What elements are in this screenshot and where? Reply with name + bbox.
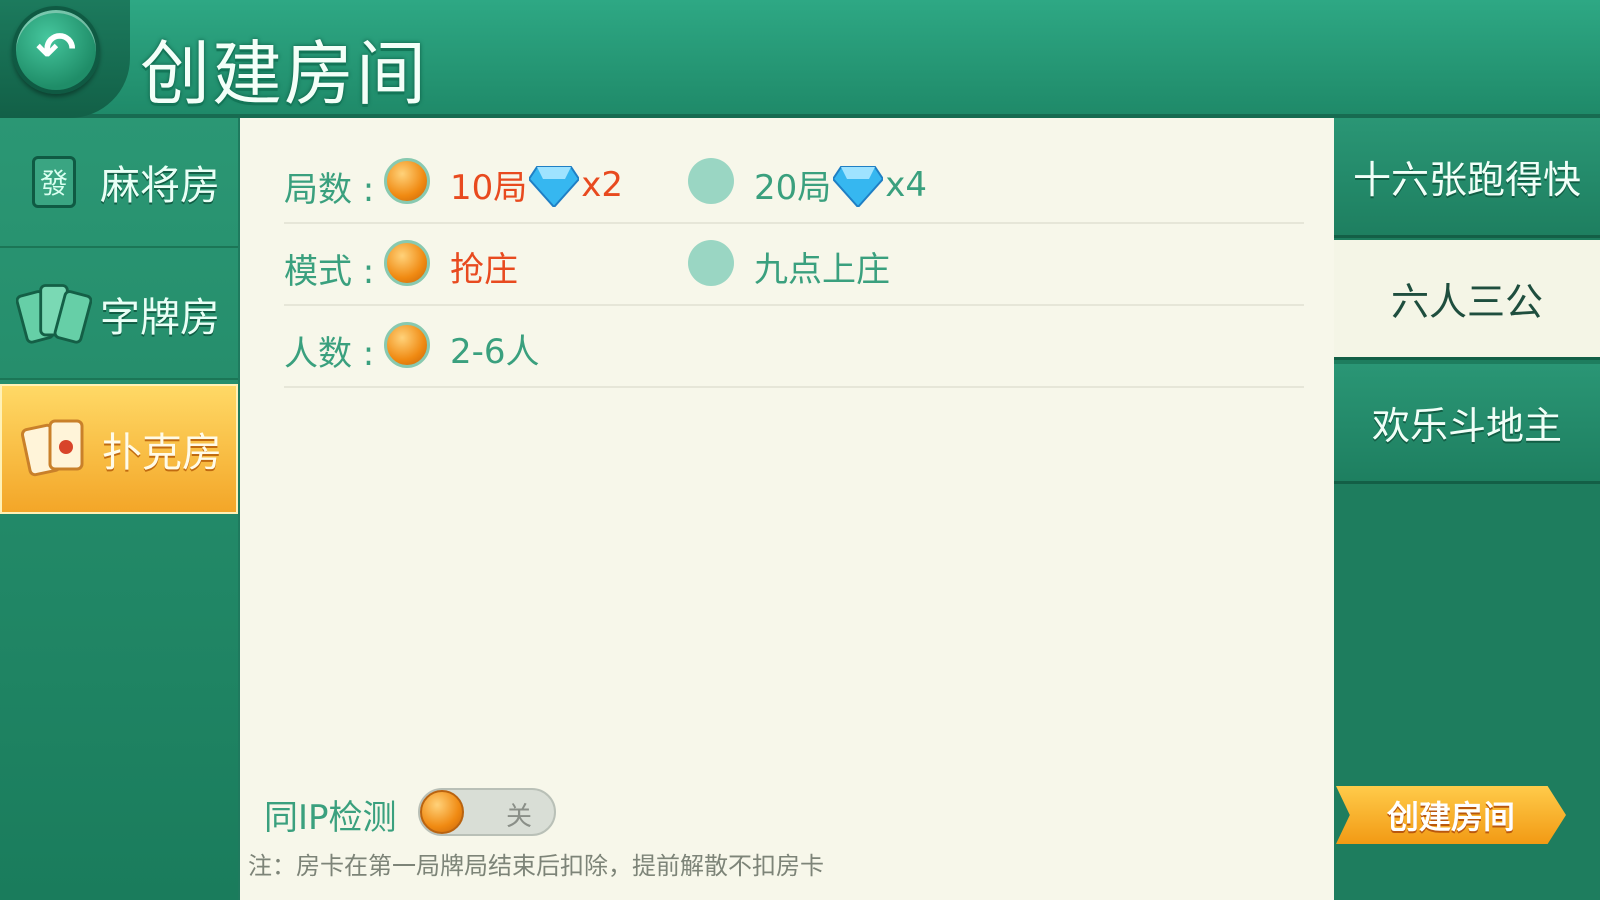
mode-label: 模式 : — [284, 252, 375, 292]
nav-item-label: 字牌房 — [100, 295, 220, 341]
create-room-button[interactable]: 创建房间 — [1336, 786, 1566, 844]
rounds-10-radio[interactable] — [384, 158, 430, 204]
room-card-note: 注：房卡在第一局牌局结束后扣除，提前解散不扣房卡 — [248, 852, 824, 880]
mode-jiudian-option[interactable]: 九点上庄 — [754, 242, 890, 291]
right-game-tabs: 十六张跑得快 六人三公 欢乐斗地主 — [1334, 118, 1600, 900]
players-label: 人数 : — [284, 334, 375, 374]
rounds-row: 局数 : 10局 x2 20局 x4 — [284, 142, 1304, 224]
nav-item-label: 麻将房 — [100, 163, 220, 209]
nav-item-poker[interactable]: 扑克房 — [0, 384, 238, 514]
poker-cards-graphic — [20, 419, 84, 477]
tab-sixteen-runfast[interactable]: 十六张跑得快 — [1334, 118, 1600, 238]
back-button-frame: ↶ — [0, 0, 130, 118]
header-bar: ↶ 创建房间 — [0, 0, 1600, 118]
diamond-icon — [529, 165, 580, 207]
back-arrow-icon: ↶ — [35, 22, 77, 78]
diamond-icon — [833, 165, 884, 207]
nav-item-label: 扑克房 — [102, 430, 222, 476]
rounds-label: 局数 : — [284, 170, 375, 210]
players-option[interactable]: 2-6人 — [450, 324, 540, 373]
tab-six-player-sangong[interactable]: 六人三公 — [1334, 240, 1600, 360]
word-cards-graphic — [16, 284, 92, 344]
players-row: 人数 : 2-6人 — [284, 306, 1304, 388]
nav-item-word-cards[interactable]: 字牌房 — [0, 250, 238, 380]
page-title: 创建房间 — [140, 33, 428, 115]
options-panel: 局数 : 10局 x2 20局 x4 模式 : 抢庄 九点上庄 人数: 2-6… — [240, 118, 1334, 900]
poker-cards-icon — [18, 411, 94, 487]
tab-happy-doudizhu[interactable]: 欢乐斗地主 — [1334, 364, 1600, 484]
mode-row: 模式 : 抢庄 九点上庄 — [284, 224, 1304, 306]
mode-qiangzhuang-radio[interactable] — [384, 240, 430, 286]
word-cards-icon — [16, 276, 92, 352]
rounds-20-option[interactable]: 20局 x4 — [754, 160, 927, 209]
mode-qiangzhuang-option[interactable]: 抢庄 — [450, 242, 518, 291]
rounds-10-option[interactable]: 10局 x2 — [450, 160, 623, 209]
rounds-20-radio[interactable] — [688, 158, 734, 204]
ip-check-toggle[interactable]: 关 — [418, 788, 556, 836]
toggle-state: 关 — [505, 802, 532, 832]
back-button[interactable]: ↶ — [12, 6, 100, 94]
players-radio[interactable] — [384, 322, 430, 368]
mahjong-tile-icon: 發 — [16, 144, 92, 220]
mode-jiudian-radio[interactable] — [688, 240, 734, 286]
left-category-nav: 發 麻将房 字牌房 扑克房 — [0, 118, 238, 900]
ip-check-label: 同IP检测 — [264, 798, 397, 838]
nav-item-mahjong[interactable]: 發 麻将房 — [0, 118, 238, 248]
toggle-knob — [420, 790, 464, 834]
